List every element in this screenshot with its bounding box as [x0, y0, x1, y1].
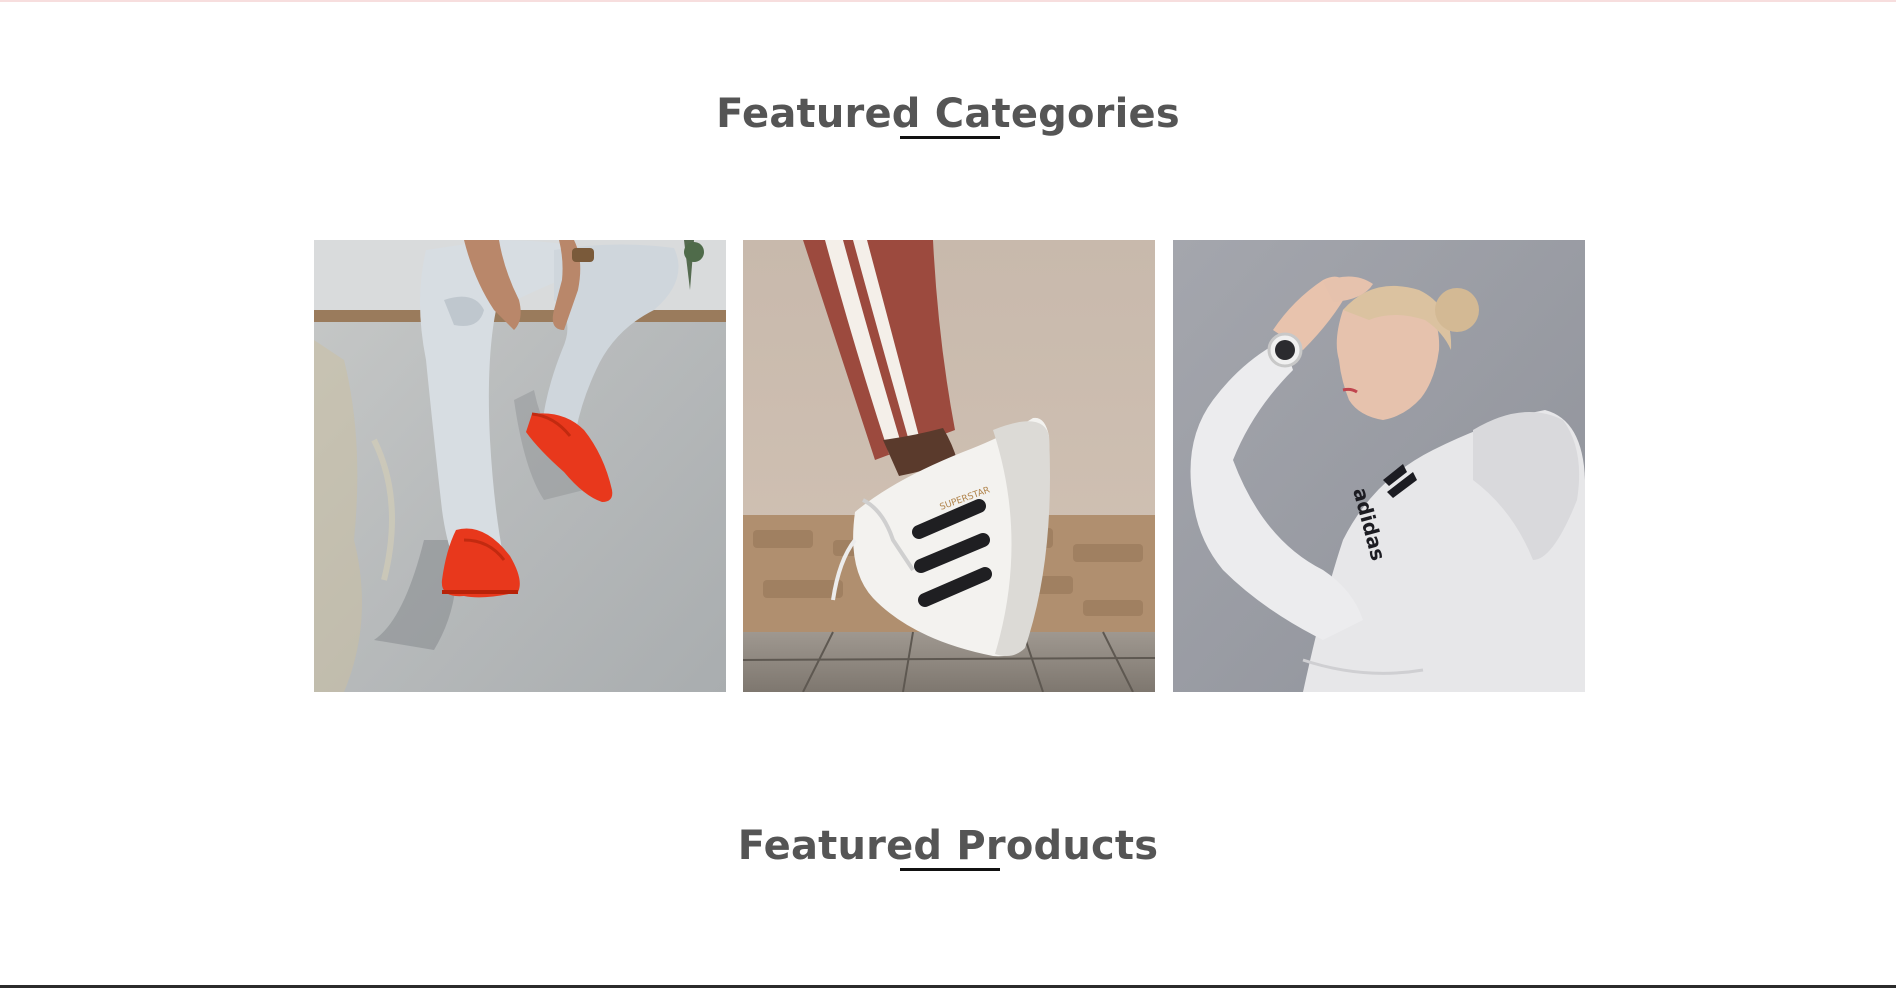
white-hoodie-athlete-photo: adidas: [1173, 240, 1585, 692]
category-card-red-sneakers[interactable]: [314, 240, 726, 692]
red-sneakers-photo: [314, 240, 726, 692]
featured-categories-underline: [900, 136, 1000, 139]
featured-categories-heading: Featured Categories: [716, 91, 1180, 137]
category-card-superstar-sneaker[interactable]: SUPERSTAR: [743, 240, 1155, 692]
featured-products-underline: [900, 868, 1000, 871]
featured-products-heading: Featured Products: [737, 823, 1159, 869]
superstar-sneaker-photo: SUPERSTAR: [743, 240, 1155, 692]
category-card-white-hoodie[interactable]: adidas: [1173, 240, 1585, 692]
top-border: [0, 0, 1896, 2]
